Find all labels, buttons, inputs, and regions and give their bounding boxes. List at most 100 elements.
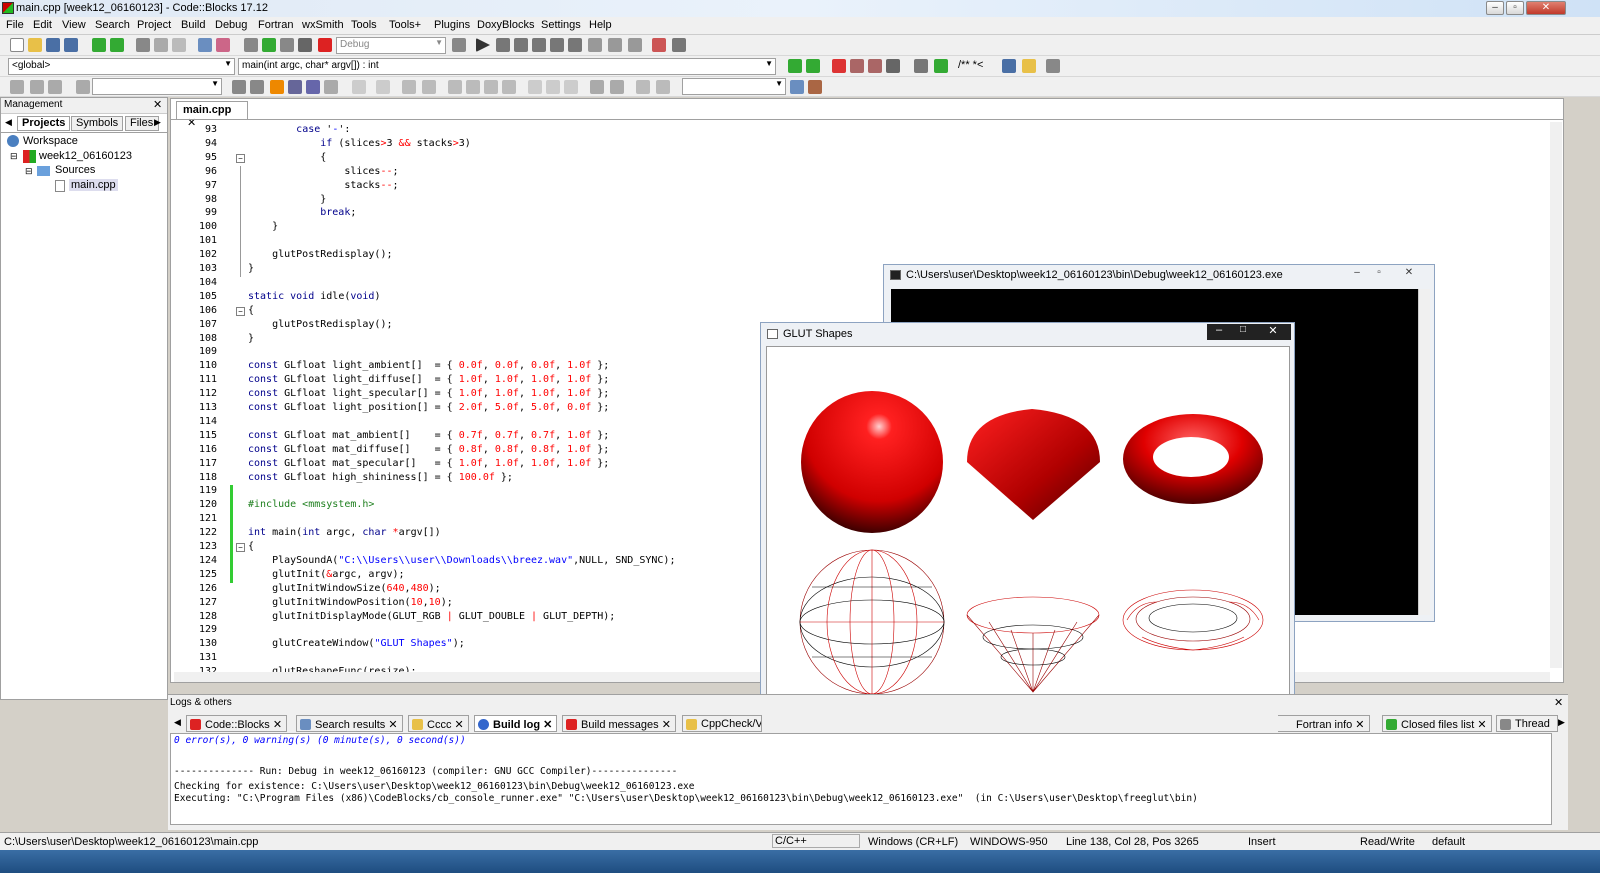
status-language[interactable]: C/C++ — [772, 834, 860, 848]
undo-icon[interactable] — [92, 38, 106, 52]
next-line-icon[interactable] — [514, 38, 528, 52]
code-line[interactable]: } — [248, 333, 254, 344]
glut-close-button[interactable]: ✕ — [1255, 324, 1291, 340]
menu-debug[interactable]: Debug — [215, 19, 247, 31]
search-prev-icon[interactable] — [232, 80, 246, 94]
zoom-in-icon[interactable] — [590, 80, 604, 94]
layout-2-icon[interactable] — [466, 80, 480, 94]
code-line[interactable]: glutPostRedisplay(); — [248, 319, 392, 330]
code-line[interactable]: const GLfloat light_ambient[] = { 0.0f, … — [248, 360, 609, 371]
logs-scroll-left-icon[interactable]: ◀ — [174, 717, 181, 728]
collapse-icon[interactable]: ⊟ — [10, 151, 18, 162]
glut-canvas[interactable] — [766, 346, 1290, 739]
next-instruction-icon[interactable] — [568, 38, 582, 52]
tab-symbols[interactable]: Symbols — [71, 116, 124, 131]
layout-4-icon[interactable] — [502, 80, 516, 94]
build-icon[interactable] — [244, 38, 258, 52]
fold-marker[interactable]: − — [236, 153, 245, 163]
pause-icon[interactable] — [608, 38, 622, 52]
console-maximize-button[interactable]: ▫ — [1369, 267, 1389, 281]
menu-plugins[interactable]: Plugins — [434, 19, 470, 31]
open-icon[interactable] — [28, 38, 42, 52]
code-line[interactable]: slices--; — [248, 166, 398, 177]
tab-search-results[interactable]: Search results ✕ — [296, 715, 403, 732]
rect-icon[interactable] — [376, 80, 390, 94]
first-icon[interactable] — [10, 80, 24, 94]
menu-tools-plus[interactable]: Tools+ — [389, 19, 421, 31]
build-log-output[interactable]: 0 error(s), 0 warning(s) (0 minute(s), 0… — [170, 733, 1552, 825]
debug-run-icon[interactable] — [476, 38, 490, 52]
tab-thread[interactable]: Thread — [1496, 715, 1558, 732]
editor-vscrollbar[interactable] — [1550, 122, 1562, 668]
tree-main-cpp[interactable]: main.cpp — [69, 179, 118, 191]
code-line[interactable]: const GLfloat light_specular[] = { 1.0f,… — [248, 388, 609, 399]
close-pane-icon[interactable]: ✕ — [153, 98, 162, 111]
stop-debug-icon[interactable] — [628, 38, 642, 52]
console-close-button[interactable]: ✕ — [1392, 267, 1426, 281]
code-line[interactable]: } — [248, 194, 326, 205]
menu-tools[interactable]: Tools — [351, 19, 377, 31]
menu-edit[interactable]: Edit — [33, 19, 52, 31]
menu-file[interactable]: File — [6, 19, 24, 31]
code-line[interactable]: #include <mmsystem.h> — [248, 499, 374, 510]
menu-help[interactable]: Help — [589, 19, 612, 31]
text-icon[interactable] — [422, 80, 436, 94]
shape-2-icon[interactable] — [546, 80, 560, 94]
replace-icon[interactable] — [216, 38, 230, 52]
logs-scrollbar[interactable] — [1554, 733, 1566, 825]
highlight-icon[interactable] — [270, 80, 284, 94]
scope-select[interactable]: <global> ▼ — [8, 58, 235, 75]
bookmark-prev-icon[interactable] — [850, 59, 864, 73]
last-icon[interactable] — [48, 80, 62, 94]
step-into-icon[interactable] — [532, 38, 546, 52]
jump-forward-icon[interactable] — [806, 59, 820, 73]
code-line[interactable]: { — [248, 152, 326, 163]
rebuild-icon[interactable] — [298, 38, 312, 52]
minimize-button[interactable]: – — [1486, 1, 1504, 15]
c-icon[interactable] — [656, 80, 670, 94]
menu-settings[interactable]: Settings — [541, 19, 581, 31]
zoom-combo[interactable]: ▼ — [682, 78, 786, 95]
glut-minimize-button[interactable]: – — [1207, 324, 1231, 340]
close-logs-icon[interactable]: ✕ — [1554, 696, 1563, 709]
s-icon[interactable] — [636, 80, 650, 94]
code-line[interactable]: PlaySoundA("C:\\Users\\user\\Downloads\\… — [248, 555, 675, 566]
run-to-cursor-icon[interactable] — [496, 38, 510, 52]
fold-marker[interactable]: − — [236, 543, 245, 552]
code-line[interactable]: const GLfloat high_shininess[] = { 100.0… — [248, 472, 513, 483]
layout-3-icon[interactable] — [484, 80, 498, 94]
code-line[interactable]: glutInitWindowPosition(10,10); — [248, 597, 453, 608]
step-instruction-icon[interactable] — [588, 38, 602, 52]
run-icon[interactable] — [262, 38, 276, 52]
tab-build-log[interactable]: Build log ✕ — [474, 715, 558, 732]
doxy-wizard-icon[interactable] — [914, 59, 928, 73]
search-next-icon[interactable] — [250, 80, 264, 94]
code-line[interactable]: glutCreateWindow("GLUT Shapes"); — [248, 638, 465, 649]
tab-scroll-right-icon[interactable]: ▶ — [154, 117, 161, 128]
tree-sources[interactable]: Sources — [55, 164, 95, 176]
code-line[interactable]: if (slices>3 && stacks>3) — [248, 138, 471, 149]
code-line[interactable]: } — [248, 221, 278, 232]
maximize-button[interactable]: ▫ — [1506, 1, 1524, 15]
logs-scroll-right-icon[interactable]: ▶ — [1558, 717, 1565, 728]
menu-view[interactable]: View — [62, 19, 86, 31]
tab-scroll-left-icon[interactable]: ◀ — [5, 117, 12, 128]
tab-build-messages[interactable]: Build messages ✕ — [562, 715, 676, 732]
menu-wxsmith[interactable]: wxSmith — [302, 19, 344, 31]
doxy-config-icon[interactable] — [1046, 59, 1060, 73]
code-line[interactable]: break; — [248, 207, 356, 218]
code-line[interactable]: glutInit(&argc, argv); — [248, 569, 404, 580]
build-target-select[interactable]: Debug ▼ — [336, 37, 446, 54]
step-out-icon[interactable] — [550, 38, 564, 52]
find-icon[interactable] — [198, 38, 212, 52]
search-icon[interactable] — [790, 80, 804, 94]
tree-project[interactable]: week12_06160123 — [39, 150, 132, 162]
tab-cppcheck[interactable]: CppCheck/Vera — [682, 715, 762, 732]
tab-closed-files[interactable]: Closed files list ✕ — [1382, 715, 1492, 732]
editor-tab-main-cpp[interactable]: main.cpp ✕ — [176, 101, 248, 129]
glut-maximize-button[interactable]: □ — [1231, 324, 1255, 340]
zoom-out-icon[interactable] — [610, 80, 624, 94]
console-scrollbar[interactable] — [1418, 289, 1430, 615]
code-line[interactable]: const GLfloat light_diffuse[] = { 1.0f, … — [248, 374, 609, 385]
cut-icon[interactable] — [136, 38, 150, 52]
